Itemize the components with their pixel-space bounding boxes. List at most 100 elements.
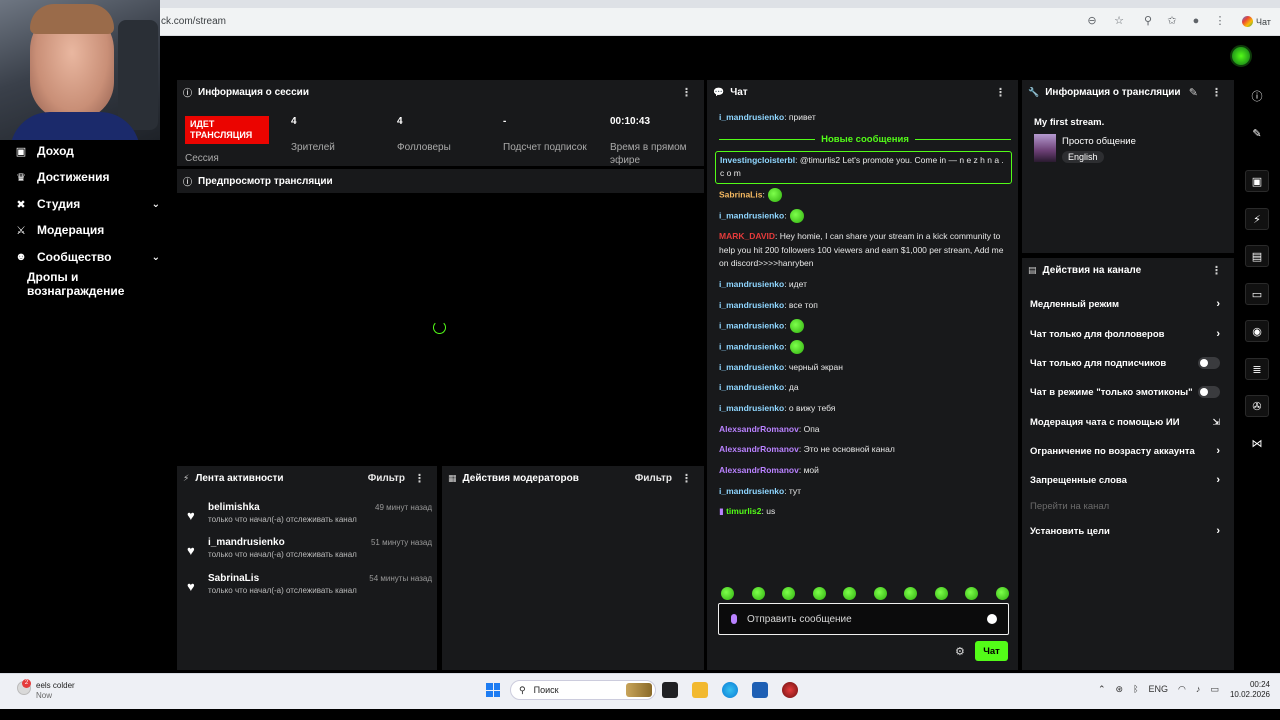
- emote-icon[interactable]: [812, 586, 826, 600]
- action-go-to-channel[interactable]: Перейти на канал: [1030, 498, 1226, 514]
- action-slow-mode[interactable]: Медленный режим ›: [1030, 296, 1226, 312]
- category-thumbnail: [1034, 134, 1056, 162]
- more-options-icon[interactable]: ⋮: [995, 86, 1006, 99]
- language-tag: English: [1062, 151, 1104, 163]
- chat-message-input[interactable]: [747, 613, 977, 625]
- panel-header: ▤ Действия на канале ⋮: [1028, 264, 1222, 277]
- weather-widget[interactable]: eels colder Now: [36, 681, 75, 701]
- users-icon: ☻: [15, 251, 27, 263]
- session-label: Сессия: [185, 153, 219, 164]
- sidebar-item-community[interactable]: ☻ Сообщество ⌄: [15, 247, 165, 267]
- sidebar-item-achievements[interactable]: ♛ Достижения: [15, 167, 165, 187]
- file-explorer-icon[interactable]: [692, 682, 708, 698]
- action-emote-only[interactable]: Чат в режиме "только эмотиконы": [1030, 384, 1226, 400]
- action-ai-moderation[interactable]: Модерация чата с помощью ИИ ⇲: [1030, 414, 1226, 430]
- category-name[interactable]: Просто общение: [1062, 136, 1136, 147]
- more-options-icon[interactable]: ⋮: [681, 86, 692, 99]
- sidebar-item-drops[interactable]: Дропы и вознаграждение: [27, 270, 172, 298]
- emote-icon[interactable]: [782, 586, 796, 600]
- sidebar-item-moderation[interactable]: ⚔ Модерация: [15, 220, 165, 240]
- chat-input-box[interactable]: [718, 603, 1009, 635]
- edge-browser-icon[interactable]: [722, 682, 738, 698]
- profile-icon[interactable]: ●: [1190, 15, 1202, 27]
- widget-thumbnail-icon[interactable]: [626, 683, 652, 697]
- browser-chat-button[interactable]: Чат: [1238, 13, 1275, 30]
- info-icon[interactable]: ⓘ: [1245, 85, 1269, 107]
- more-options-icon[interactable]: ⋮: [1211, 86, 1222, 99]
- network-icon[interactable]: ⊛: [1116, 684, 1124, 695]
- action-subscribers-only[interactable]: Чат только для подписчиков: [1030, 355, 1226, 371]
- chat-send-button[interactable]: Чат: [975, 641, 1008, 661]
- chevron-right-icon: ›: [1216, 445, 1220, 457]
- bookmark-star-icon[interactable]: ☆: [1113, 15, 1125, 27]
- edit-pencil-icon[interactable]: ✎: [1189, 86, 1198, 99]
- emote-icon[interactable]: [843, 586, 857, 600]
- action-account-age[interactable]: Ограничение по возрасту аккаунта ›: [1030, 443, 1226, 459]
- gear-icon[interactable]: ⚙: [955, 645, 965, 658]
- store-icon[interactable]: [752, 682, 768, 698]
- menu-dots-icon[interactable]: ⋮: [1214, 15, 1226, 27]
- stat-viewers: 4 Зрителей: [291, 116, 335, 153]
- layers-icon[interactable]: ≣: [1245, 358, 1269, 380]
- extension-icon[interactable]: ⚲: [1142, 15, 1154, 27]
- wrench-icon[interactable]: ✇: [1245, 395, 1269, 417]
- bluetooth-icon[interactable]: ᛒ: [1133, 684, 1138, 695]
- battery-icon[interactable]: ▭: [1210, 684, 1219, 695]
- info-icon: ⓘ: [183, 87, 193, 98]
- broadcast-icon[interactable]: ◉: [1245, 320, 1269, 342]
- chat-message: MARK_DAVID: Hey homie, I can share your …: [719, 231, 1004, 268]
- bolt-icon: ⚡: [183, 472, 190, 483]
- filter-button[interactable]: Фильтр: [368, 473, 405, 484]
- activity-feed-panel: ⚡ Лента активности Фильтр ⋮ ♥ belimishka…: [177, 466, 437, 670]
- chevron-up-icon[interactable]: ⌃: [1098, 684, 1106, 695]
- emote-icon[interactable]: [904, 586, 918, 600]
- windows-start-icon[interactable]: [486, 683, 500, 697]
- emote-icon[interactable]: [873, 586, 887, 600]
- wifi-icon[interactable]: ◠: [1178, 684, 1186, 695]
- action-followers-only[interactable]: Чат только для фолловеров ›: [1030, 326, 1226, 342]
- more-options-icon[interactable]: ⋮: [681, 472, 692, 485]
- toggle-switch[interactable]: [1198, 386, 1220, 398]
- toggle-switch[interactable]: [1198, 357, 1220, 369]
- sidebar: ▣ Доход ♛ Достижения ✖ Студия ⌄ ⚔ Модерация ☻…: [0, 140, 173, 670]
- action-set-goals[interactable]: Установить цели ›: [1030, 523, 1226, 539]
- reader-icon[interactable]: ⊖: [1086, 15, 1098, 27]
- screen-icon[interactable]: ▣: [1245, 170, 1269, 192]
- language-indicator[interactable]: ENG: [1149, 684, 1169, 695]
- volume-icon[interactable]: ♪: [1196, 684, 1201, 695]
- search-icon: ⚲: [519, 684, 526, 695]
- favorites-icon[interactable]: ✩: [1166, 15, 1178, 27]
- emote-icon[interactable]: [751, 586, 765, 600]
- address-bar[interactable]: ck.com/stream: [161, 16, 226, 27]
- notes-icon[interactable]: ▤: [1245, 245, 1269, 267]
- emote-icon[interactable]: [995, 586, 1009, 600]
- action-banned-words[interactable]: Запрещенные слова ›: [1030, 472, 1226, 488]
- chat-bubble-icon[interactable]: ▭: [1245, 283, 1269, 305]
- more-options-icon[interactable]: ⋮: [414, 472, 425, 485]
- sidebar-item-studio[interactable]: ✖ Студия ⌄: [15, 194, 165, 214]
- clock[interactable]: 00:24 10.02.2026: [1226, 680, 1270, 700]
- chat-message: AlexsandrRomanov: Это не основной канал: [719, 444, 895, 454]
- stat-subscriptions: - Подсчет подписок: [503, 116, 587, 153]
- share-icon[interactable]: ⋈: [1245, 432, 1269, 454]
- filter-button[interactable]: Фильтр: [635, 473, 672, 484]
- emoji-picker-icon[interactable]: [987, 614, 997, 624]
- task-view-icon[interactable]: [662, 682, 678, 698]
- sidebar-item-income[interactable]: ▣ Доход: [15, 141, 165, 161]
- chevron-right-icon: ›: [1216, 298, 1220, 310]
- emote-icon[interactable]: [965, 586, 979, 600]
- chat-message: i_mandrusienko:: [719, 340, 1009, 354]
- session-info-panel: ⓘ Информация о сессии ⋮ ИДЕТ ТРАНСЛЯЦИЯ …: [177, 80, 704, 166]
- heart-icon: ♥: [187, 508, 195, 523]
- wrench-icon: 🔧: [1028, 86, 1040, 97]
- wallet-icon: ▣: [15, 145, 27, 158]
- emote-icon[interactable]: [934, 586, 948, 600]
- grid-icon: ▦: [448, 472, 457, 483]
- user-avatar[interactable]: [1230, 45, 1252, 67]
- app-icon[interactable]: [782, 682, 798, 698]
- bolt-icon[interactable]: ⚡: [1245, 208, 1269, 230]
- more-options-icon[interactable]: ⋮: [1211, 264, 1222, 277]
- edit-pencil-icon[interactable]: ✎: [1245, 122, 1269, 144]
- chat-bubble-icon: 💬: [713, 86, 725, 97]
- emote-icon[interactable]: [721, 586, 734, 600]
